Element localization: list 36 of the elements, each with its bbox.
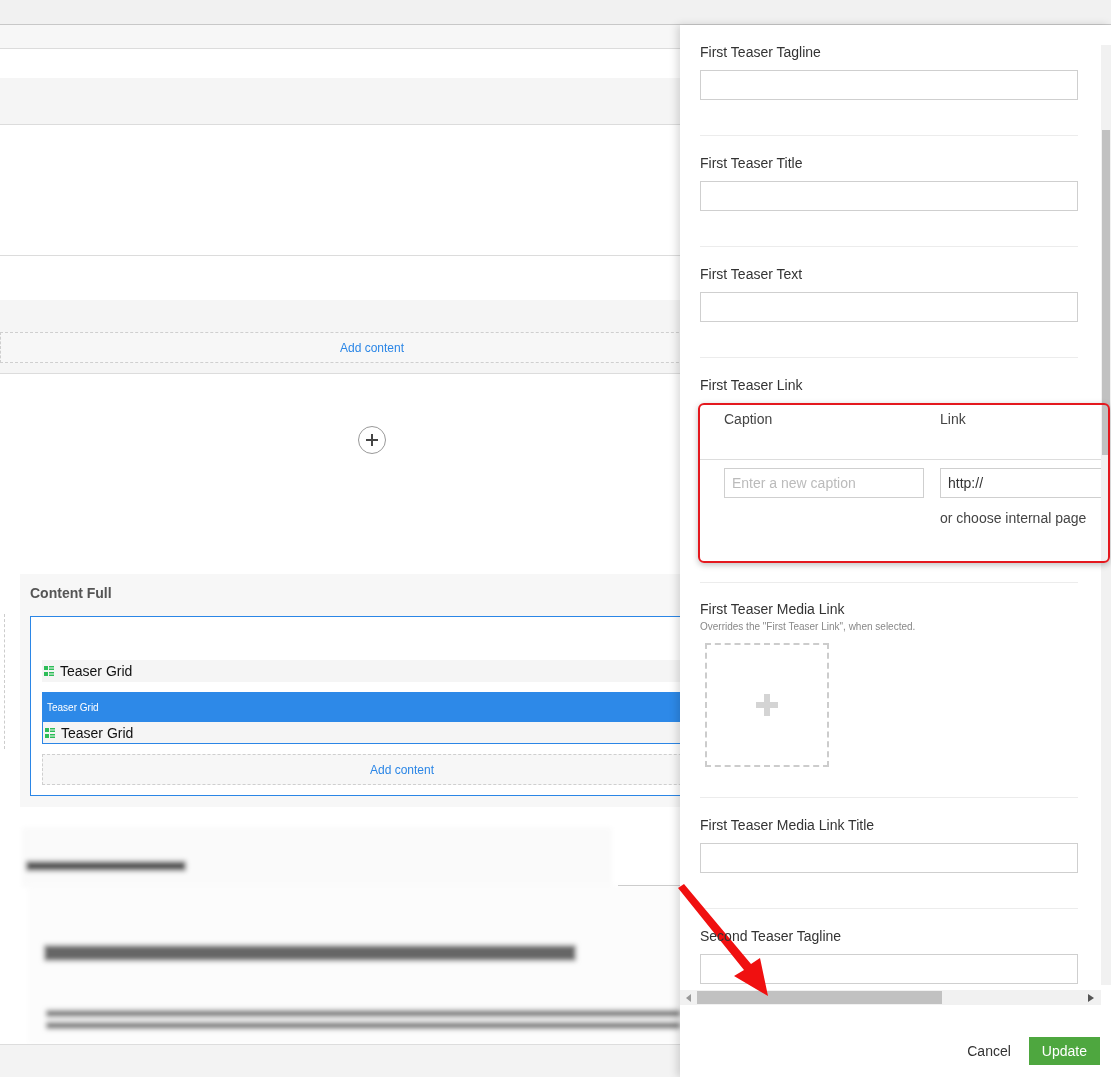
grid-icon xyxy=(45,727,55,738)
plus-icon xyxy=(366,434,378,446)
plus-icon xyxy=(756,694,778,716)
field-label: First Teaser Tagline xyxy=(700,43,821,62)
field-label: First Teaser Media Link Title xyxy=(700,816,875,835)
scroll-left-icon[interactable] xyxy=(686,993,692,1002)
scroll-right-icon[interactable] xyxy=(1088,993,1094,1002)
column-header: Caption xyxy=(724,411,774,429)
text-field[interactable] xyxy=(700,292,1078,322)
field-label: First Teaser Title xyxy=(700,154,803,173)
text-field[interactable] xyxy=(700,70,1078,100)
link-field[interactable]: http:// xyxy=(940,468,1101,498)
column-header: Link xyxy=(940,411,966,429)
panel-title: Content Full xyxy=(30,584,113,603)
field-label: First Teaser Link xyxy=(700,376,803,395)
teaser-grid-row[interactable]: Teaser Grid xyxy=(42,660,680,682)
field-label: First Teaser Media Link xyxy=(700,600,845,619)
internal-page-link[interactable]: or choose internal page xyxy=(940,510,1101,526)
text-field[interactable] xyxy=(700,954,1078,984)
grid-icon xyxy=(44,666,54,676)
media-picker[interactable] xyxy=(705,643,829,767)
text-field[interactable] xyxy=(700,181,1078,211)
field-hint: Overrides the "First Teaser Link", when selected. xyxy=(700,621,917,633)
horizontal-scrollbar[interactable] xyxy=(680,990,1101,1005)
add-content-link[interactable]: Add content xyxy=(42,754,680,785)
add-button[interactable] xyxy=(358,426,386,454)
row-label: Teaser Grid xyxy=(61,724,134,741)
teaser-grid-row[interactable]: Teaser Grid xyxy=(42,722,680,744)
block-header: Teaser Grid xyxy=(42,692,680,722)
text-field[interactable] xyxy=(700,843,1078,873)
cancel-button[interactable]: Cancel xyxy=(967,1037,1011,1065)
row-label: Teaser Grid xyxy=(60,663,133,679)
caption-field[interactable]: Enter a new caption xyxy=(724,468,924,498)
vertical-scrollbar[interactable] xyxy=(1101,45,1111,985)
add-content-link[interactable]: Add content xyxy=(0,332,680,363)
field-label: First Teaser Text xyxy=(700,265,803,284)
